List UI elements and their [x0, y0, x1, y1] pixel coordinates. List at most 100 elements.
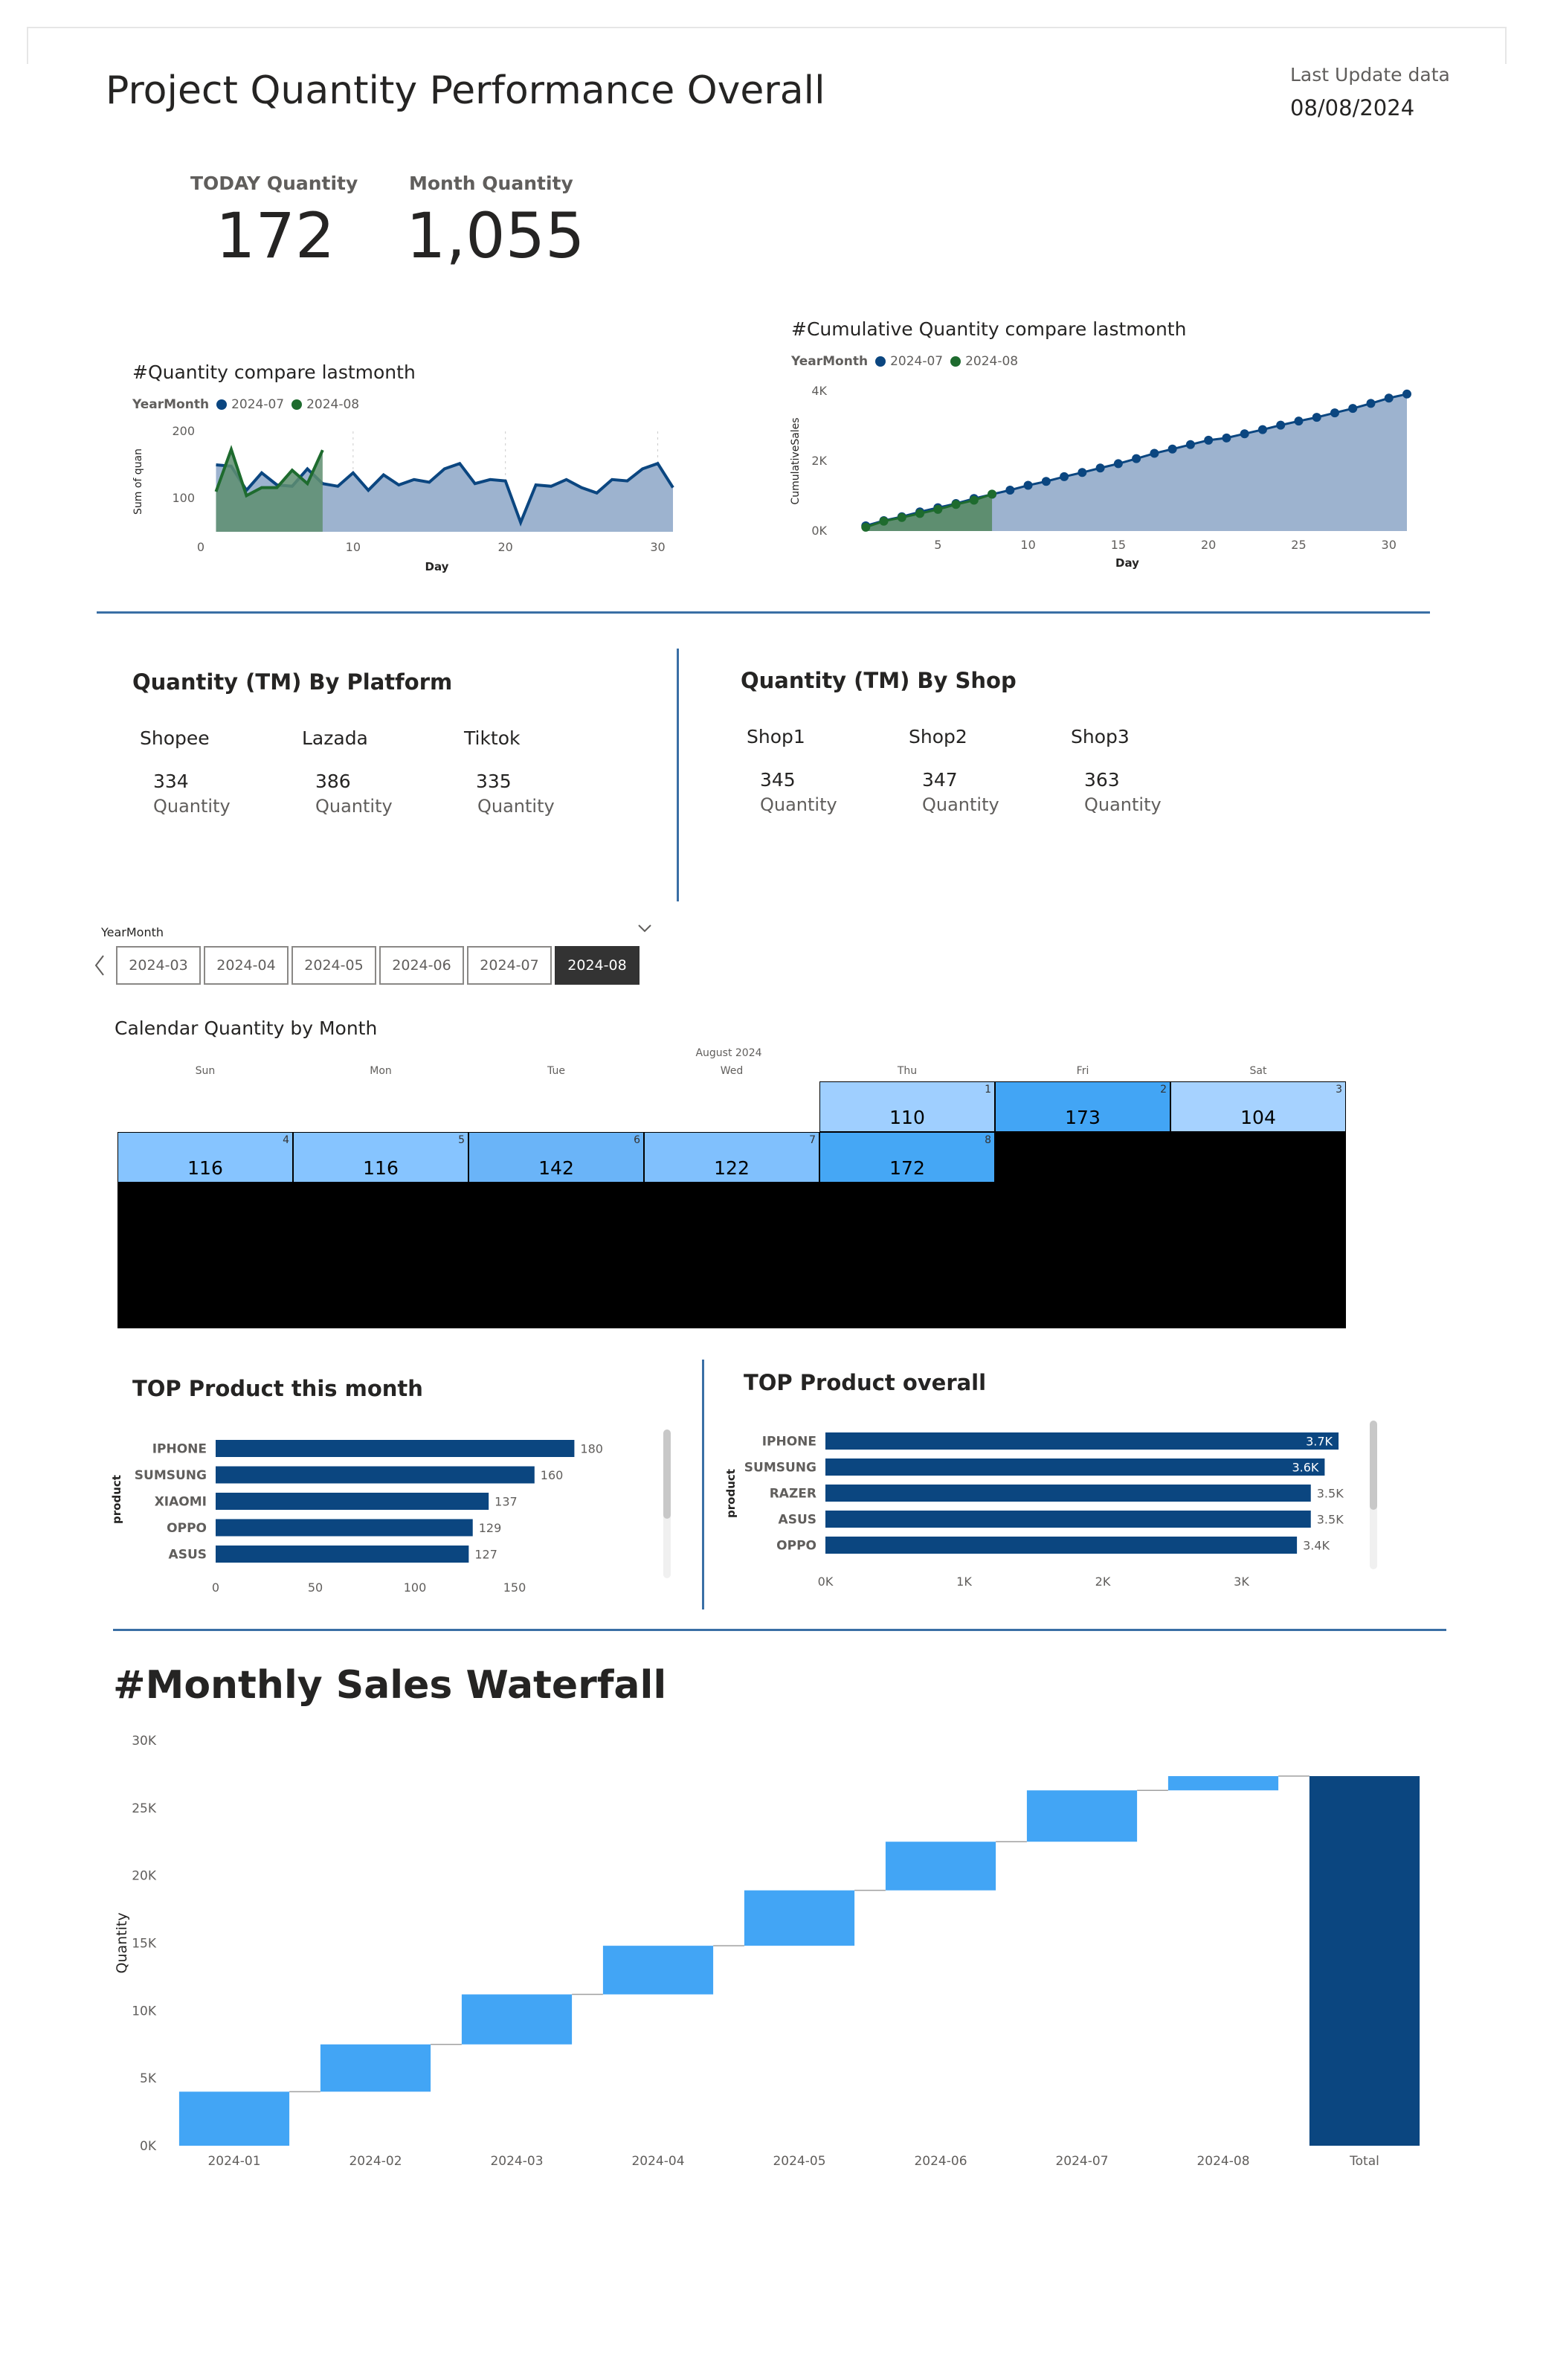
y-tick-label: 20K: [132, 1869, 157, 1884]
slicer-option-2024-05[interactable]: 2024-05: [291, 946, 376, 985]
category-label: IPHONE: [152, 1442, 207, 1457]
y-axis-label: Quantity: [114, 1912, 130, 1973]
calendar-day-cell[interactable]: 5 116: [293, 1132, 468, 1183]
dow-label: Tue: [547, 1065, 565, 1077]
data-point: [915, 509, 925, 518]
y-tick-label: 30K: [132, 1734, 157, 1749]
quantity-compare-legend[interactable]: YearMonth 2024-07 2024-08: [132, 397, 359, 412]
chevron-down-icon[interactable]: [637, 922, 653, 934]
x-tick-label: 2024-01: [207, 2154, 260, 2169]
data-point: [861, 522, 871, 532]
calendar-day-number: 3: [1336, 1084, 1342, 1096]
slicer-option-2024-07[interactable]: 2024-07: [467, 946, 552, 985]
data-label: 160: [541, 1468, 564, 1482]
scrollbar-thumb: [1370, 1421, 1377, 1510]
calendar-day-number: 1: [985, 1084, 991, 1096]
quantity-compare-chart[interactable]: 0 10 20 30 100 200 Day Sum of quan: [126, 416, 692, 580]
cumulative-legend[interactable]: YearMonth 2024-07 2024-08: [791, 354, 1018, 369]
calendar-day-value: 104: [1240, 1107, 1276, 1128]
top-product-month-title: TOP Product this month: [132, 1376, 423, 1401]
x-tick-label: 10: [346, 540, 361, 554]
data-label: 180: [580, 1442, 603, 1456]
category-label: ASUS: [169, 1548, 207, 1563]
chevron-left-icon[interactable]: [92, 953, 107, 977]
calendar-day-cell[interactable]: 3 104: [1170, 1081, 1346, 1132]
page-title: Project Quantity Performance Overall: [106, 68, 825, 113]
legend-label: YearMonth: [132, 397, 210, 412]
platform-card-value: 335: [476, 771, 512, 792]
last-update-label: Last Update data: [1290, 64, 1450, 86]
waterfall-chart[interactable]: 0K 5K 10K 15K 20K 25K 30K Quantity 2024-01 2024-0…: [104, 1718, 1443, 2179]
section-divider: [113, 1629, 1446, 1631]
calendar-day-value: 173: [1065, 1107, 1101, 1128]
bar: [825, 1537, 1298, 1554]
waterfall-bar: [1309, 1776, 1420, 2146]
top-product-month-chart[interactable]: IPHONE 180 SUMSUNG 160 XIAOMI 137 OPPO 129 ASUS 1…: [109, 1421, 689, 1606]
category-label: OPPO: [167, 1521, 207, 1536]
waterfall-bar: [461, 1994, 573, 2045]
waterfall-bar: [178, 2091, 290, 2146]
calendar-day-number: 8: [985, 1134, 991, 1146]
dow-label: Thu: [897, 1065, 918, 1077]
calendar-day-value: 172: [889, 1157, 925, 1179]
top-product-overall-chart[interactable]: IPHONE 3.7K SUMSUNG 3.6K RAZER 3.5K ASUS 3.5K OP…: [718, 1421, 1388, 1599]
dow-label: Sun: [195, 1065, 216, 1077]
calendar-day-cell[interactable]: 1 110: [819, 1081, 995, 1132]
calendar-day-number: 5: [458, 1134, 465, 1146]
x-tick-label: 50: [308, 1580, 323, 1595]
slicer-label: YearMonth: [101, 925, 164, 939]
category-label: SUMSUNG: [135, 1468, 207, 1483]
x-tick-label: 25: [1291, 538, 1306, 552]
legend-series2: 2024-08: [306, 397, 360, 412]
calendar-day-cell[interactable]: 4 116: [117, 1132, 293, 1183]
y-tick-label: 10K: [132, 2004, 157, 2019]
slicer-option-2024-04[interactable]: 2024-04: [204, 946, 289, 985]
legend-dot-icon: [216, 399, 228, 410]
x-axis-label: Day: [1115, 556, 1139, 570]
slicer-option-2024-08[interactable]: 2024-08: [555, 946, 640, 985]
category-label: RAZER: [770, 1487, 816, 1502]
cumulative-title: #Cumulative Quantity compare lastmonth: [791, 318, 1187, 340]
waterfall-title: #Monthly Sales Waterfall: [113, 1663, 667, 1708]
last-update-value: 08/08/2024: [1290, 95, 1415, 120]
x-tick-label: 150: [503, 1580, 526, 1595]
calendar-day-value: 110: [889, 1107, 925, 1128]
y-tick-label: 200: [172, 424, 195, 438]
platform-card-value: 334: [153, 771, 189, 792]
report-frame: [27, 27, 1507, 64]
platform-card-name: Shopee: [140, 727, 210, 749]
today-quantity-value: 172: [216, 199, 335, 272]
data-point: [1312, 413, 1321, 422]
x-tick-label: Total: [1349, 2154, 1379, 2169]
y-axis-label: product: [110, 1475, 123, 1524]
y-tick-label: 25K: [132, 1801, 157, 1816]
platform-card-name: Tiktok: [464, 727, 521, 749]
slicer-option-2024-06[interactable]: 2024-06: [379, 946, 464, 985]
calendar-day-cell[interactable]: 6 142: [468, 1132, 644, 1183]
calendar-day-cell[interactable]: 7 122: [644, 1132, 819, 1183]
waterfall-bar: [1167, 1776, 1279, 1791]
vertical-divider: [677, 649, 679, 901]
calendar-day-number: 4: [283, 1134, 289, 1146]
bar: [216, 1546, 469, 1563]
data-point: [1185, 440, 1195, 449]
slicer-option-2024-03[interactable]: 2024-03: [116, 946, 201, 985]
legend-series1: 2024-07: [231, 397, 285, 412]
calendar-day-cell[interactable]: 8 172: [819, 1132, 995, 1183]
vertical-divider: [702, 1360, 704, 1609]
x-axis-label: Day: [425, 560, 449, 573]
x-tick-label: 30: [1382, 538, 1397, 552]
data-point: [1023, 480, 1033, 490]
data-point: [1041, 477, 1051, 486]
calendar-day-cell[interactable]: 2 173: [995, 1081, 1170, 1132]
platform-card-sub: Quantity: [153, 796, 231, 817]
data-label: 127: [474, 1548, 497, 1562]
data-label: 129: [479, 1521, 502, 1535]
data-label: 137: [495, 1495, 518, 1509]
x-tick-label: 0K: [818, 1575, 834, 1589]
data-label: 3.5K: [1317, 1487, 1344, 1501]
calendar-month-label: August 2024: [695, 1047, 762, 1059]
legend-label: YearMonth: [791, 354, 869, 369]
cumulative-chart[interactable]: 5 10 15 20 25 30 0K 2K 4K Day CumulativeSales: [788, 376, 1420, 577]
y-axis-label: product: [724, 1469, 738, 1518]
